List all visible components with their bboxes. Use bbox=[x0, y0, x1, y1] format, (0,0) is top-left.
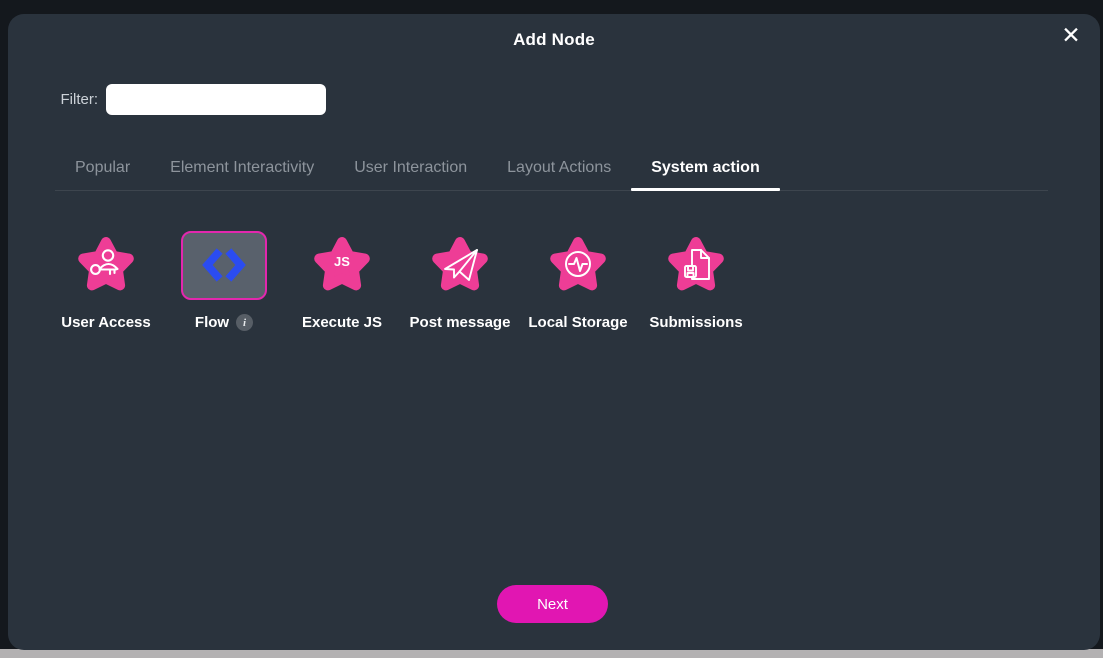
tab-system-action[interactable]: System action bbox=[631, 150, 781, 191]
node-execute-js[interactable]: JS Execute JS bbox=[283, 228, 401, 331]
node-flow[interactable]: Flow i bbox=[165, 228, 283, 331]
code-brackets-tile-icon bbox=[181, 228, 267, 302]
next-button[interactable]: Next bbox=[497, 585, 608, 623]
node-label: Execute JS bbox=[301, 314, 383, 331]
js-star-icon: JS bbox=[310, 228, 374, 302]
node-user-access[interactable]: User Access bbox=[47, 228, 165, 331]
node-local-storage[interactable]: Local Storage bbox=[519, 228, 637, 331]
tab-layout-actions[interactable]: Layout Actions bbox=[487, 150, 631, 190]
dialog-title: Add Node bbox=[513, 30, 595, 49]
tab-bar: Popular Element Interactivity User Inter… bbox=[55, 150, 1048, 191]
node-label: Post message bbox=[409, 314, 511, 331]
paper-plane-star-icon bbox=[428, 228, 492, 302]
node-label: User Access bbox=[61, 314, 151, 331]
page-behind-strip bbox=[0, 649, 1103, 658]
close-icon[interactable]: ✕ bbox=[1056, 16, 1086, 54]
node-submissions[interactable]: Submissions bbox=[637, 228, 755, 331]
node-label-row: Flow i bbox=[194, 314, 254, 331]
selected-node-tile bbox=[181, 230, 267, 300]
node-label: Flow bbox=[194, 314, 230, 331]
filter-label: Filter: bbox=[60, 91, 99, 108]
add-node-dialog: Add Node ✕ Filter: Popular Element Inter… bbox=[8, 14, 1100, 650]
js-badge-text: JS bbox=[334, 254, 350, 269]
info-icon[interactable]: i bbox=[236, 314, 254, 331]
tab-user-interaction[interactable]: User Interaction bbox=[334, 150, 487, 190]
pulse-star-icon bbox=[546, 228, 610, 302]
node-grid: User Access Flow i JS Execute JS Post me… bbox=[47, 228, 755, 331]
filter-row: Filter: bbox=[57, 84, 326, 115]
document-star-icon bbox=[664, 228, 728, 302]
tab-element-interactivity[interactable]: Element Interactivity bbox=[150, 150, 334, 190]
user-key-star-icon bbox=[74, 228, 138, 302]
filter-input[interactable] bbox=[106, 84, 326, 115]
node-label: Local Storage bbox=[528, 314, 628, 331]
tab-popular[interactable]: Popular bbox=[55, 150, 150, 190]
node-post-message[interactable]: Post message bbox=[401, 228, 519, 331]
node-label: Submissions bbox=[649, 314, 743, 331]
